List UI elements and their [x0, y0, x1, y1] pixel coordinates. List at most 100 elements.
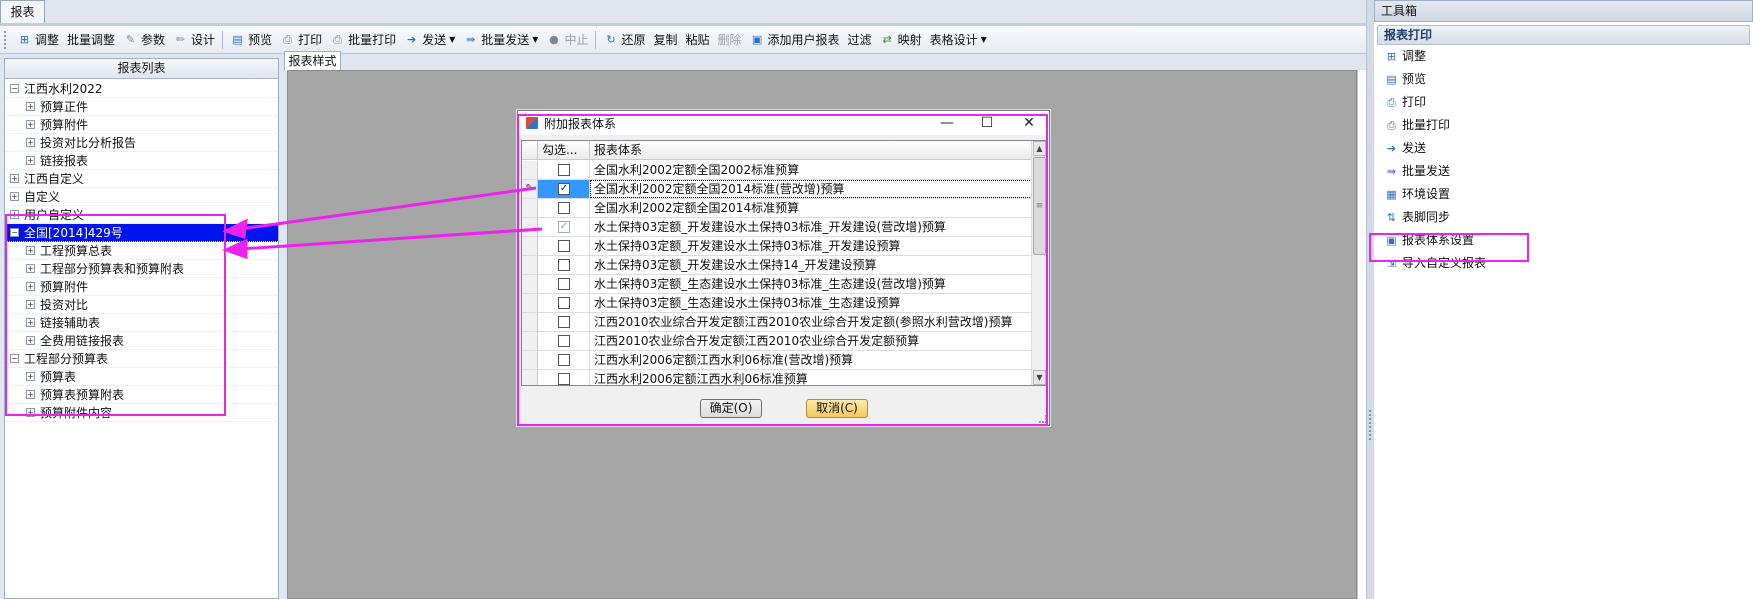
row-header[interactable] [522, 370, 538, 385]
tree-leaf-node[interactable]: + 工程预算总表 [5, 242, 278, 260]
batch-print-button[interactable]: ⎙ 批量打印 [326, 29, 400, 51]
row-header[interactable] [522, 332, 538, 350]
tool-report-system-settings[interactable]: ▣ 报表体系设置 [1374, 229, 1753, 252]
dropdown-caret-icon[interactable]: ▼ [449, 35, 455, 44]
row-checkbox[interactable] [558, 316, 570, 328]
filter-button[interactable]: 过滤 [844, 29, 876, 51]
row-header[interactable] [522, 294, 538, 312]
tool-batch-print[interactable]: ⎙ 批量打印 [1374, 114, 1753, 137]
row-header[interactable] [522, 256, 538, 274]
collapse-icon[interactable]: − [10, 84, 19, 93]
delete-button[interactable]: 删除 [714, 29, 746, 51]
expand-icon[interactable]: + [10, 174, 19, 183]
cancel-button[interactable]: 取消(C) [806, 399, 868, 418]
row-checkbox[interactable]: ✓ [558, 221, 570, 233]
expand-icon[interactable]: + [10, 210, 19, 219]
row-header[interactable] [522, 199, 538, 217]
close-button[interactable]: ✕ [1012, 112, 1046, 134]
grid-row[interactable]: ✎ ✓ 全国水利2002定额全国2014标准(营改增)预算 [522, 180, 1032, 199]
expand-icon[interactable]: + [26, 246, 35, 255]
tree-group-node[interactable]: − 全国[2014]429号 [5, 224, 278, 242]
row-checkbox[interactable] [558, 373, 570, 385]
tool-batch-send[interactable]: ⇛ 批量发送 [1374, 160, 1753, 183]
design-button[interactable]: ✏ 设计 [169, 29, 219, 51]
grid-row[interactable]: 水土保持03定额_开发建设水土保持14_开发建设预算 [522, 256, 1032, 275]
grid-row[interactable]: 江西2010农业综合开发定额江西2010农业综合开发定额预算 [522, 332, 1032, 351]
stop-button[interactable]: ● 中止 [542, 29, 592, 51]
batch-send-button[interactable]: ⇛ 批量发送 ▼ [459, 29, 542, 51]
row-checkbox[interactable] [558, 259, 570, 271]
tree-leaf-node[interactable]: + 工程部分预算表和预算附表 [5, 260, 278, 278]
expand-icon[interactable]: + [26, 336, 35, 345]
tree-group-node[interactable]: + 江西自定义 [5, 170, 278, 188]
row-checkbox[interactable]: ✓ [558, 183, 570, 195]
row-header[interactable] [522, 275, 538, 293]
grid-row[interactable]: 江西水利2006定额江西水利06标准(营改增)预算 [522, 351, 1032, 370]
tree-leaf-node[interactable]: + 投资对比 [5, 296, 278, 314]
tree-leaf-node[interactable]: + 预算附件内容 [5, 404, 278, 422]
row-checkbox[interactable] [558, 202, 570, 214]
batch-adjust-button[interactable]: 批量调整 [63, 29, 119, 51]
copy-button[interactable]: 复制 [649, 29, 681, 51]
tool-env-settings[interactable]: ▦ 环境设置 [1374, 183, 1753, 206]
tab-report[interactable]: 报表 [0, 0, 45, 24]
expand-icon[interactable]: + [26, 138, 35, 147]
row-header[interactable] [522, 351, 538, 369]
row-edit-icon[interactable]: ✎ [522, 180, 538, 198]
grid-row[interactable]: 江西水利2006定额江西水利06标准预算 [522, 370, 1032, 385]
tree-leaf-node[interactable]: + 预算表预算附表 [5, 386, 278, 404]
grid-scrollbar[interactable]: ▲ ≡ ▼ [1031, 141, 1047, 385]
tool-send[interactable]: ➔ 发送 [1374, 137, 1753, 160]
tree-group-node[interactable]: + 用户自定义 [5, 206, 278, 224]
expand-icon[interactable]: + [26, 300, 35, 309]
tree-leaf-node[interactable]: + 预算附件 [5, 116, 278, 134]
params-button[interactable]: ✎ 参数 [119, 29, 169, 51]
expand-icon[interactable]: + [26, 156, 35, 165]
add-user-report-button[interactable]: ▣ 添加用户报表 [746, 29, 844, 51]
maximize-button[interactable]: ☐ [970, 112, 1004, 134]
tree-leaf-node[interactable]: + 全费用链接报表 [5, 332, 278, 350]
expand-icon[interactable]: + [26, 408, 35, 417]
dropdown-caret-icon[interactable]: ▼ [532, 35, 538, 44]
tool-adjust[interactable]: ⊞ 调整 [1374, 45, 1753, 68]
row-header[interactable] [522, 161, 538, 179]
resize-grip[interactable] [1039, 415, 1047, 423]
tree-leaf-node[interactable]: + 预算正件 [5, 98, 278, 116]
tree-group-node[interactable]: + 自定义 [5, 188, 278, 206]
toolbox-section-report-print[interactable]: 报表打印 [1377, 25, 1750, 45]
collapse-icon[interactable]: − [10, 228, 19, 237]
tool-footer-sync[interactable]: ⇅ 表脚同步 [1374, 206, 1753, 229]
tool-import-custom-report[interactable]: ⇲ 导入自定义报表 [1374, 252, 1753, 275]
grid-row[interactable]: 水土保持03定额_生态建设水土保持03标准_生态建设(营改增)预算 [522, 275, 1032, 294]
grid-row[interactable]: ✓ 水土保持03定额_开发建设水土保持03标准_开发建设(营改增)预算 [522, 218, 1032, 237]
expand-icon[interactable]: + [10, 192, 19, 201]
minimize-button[interactable]: — [930, 112, 964, 134]
tab-report-style[interactable]: 报表样式 [284, 51, 341, 71]
row-header[interactable] [522, 237, 538, 255]
grid-row[interactable]: 全国水利2002定额全国2014标准预算 [522, 199, 1032, 218]
table-design-button[interactable]: 表格设计 ▼ [926, 29, 991, 51]
scroll-down-icon[interactable]: ▼ [1033, 370, 1046, 385]
tree-leaf-node[interactable]: + 链接报表 [5, 152, 278, 170]
tree-group-node[interactable]: − 江西水利2022 [5, 80, 278, 98]
expand-icon[interactable]: + [26, 102, 35, 111]
row-checkbox[interactable] [558, 335, 570, 347]
expand-icon[interactable]: + [26, 282, 35, 291]
dialog-titlebar[interactable]: 附加报表体系 — ☐ ✕ [518, 111, 1049, 135]
tree-leaf-node[interactable]: + 投资对比分析报告 [5, 134, 278, 152]
toolbar-grip[interactable] [4, 30, 7, 49]
expand-icon[interactable]: + [26, 390, 35, 399]
row-checkbox[interactable] [558, 164, 570, 176]
adjust-button[interactable]: ⊞ 调整 [13, 29, 63, 51]
expand-icon[interactable]: + [26, 372, 35, 381]
map-button[interactable]: ⇄ 映射 [876, 29, 926, 51]
scroll-thumb[interactable]: ≡ [1033, 157, 1046, 255]
print-button[interactable]: ⎙ 打印 [276, 29, 326, 51]
collapse-icon[interactable]: − [10, 354, 19, 363]
preview-button[interactable]: ▤ 预览 [226, 29, 276, 51]
expand-icon[interactable]: + [26, 264, 35, 273]
grid-row[interactable]: 水土保持03定额_开发建设水土保持03标准_开发建设预算 [522, 237, 1032, 256]
expand-icon[interactable]: + [26, 318, 35, 327]
row-checkbox[interactable] [558, 278, 570, 290]
tool-preview[interactable]: ▤ 预览 [1374, 68, 1753, 91]
